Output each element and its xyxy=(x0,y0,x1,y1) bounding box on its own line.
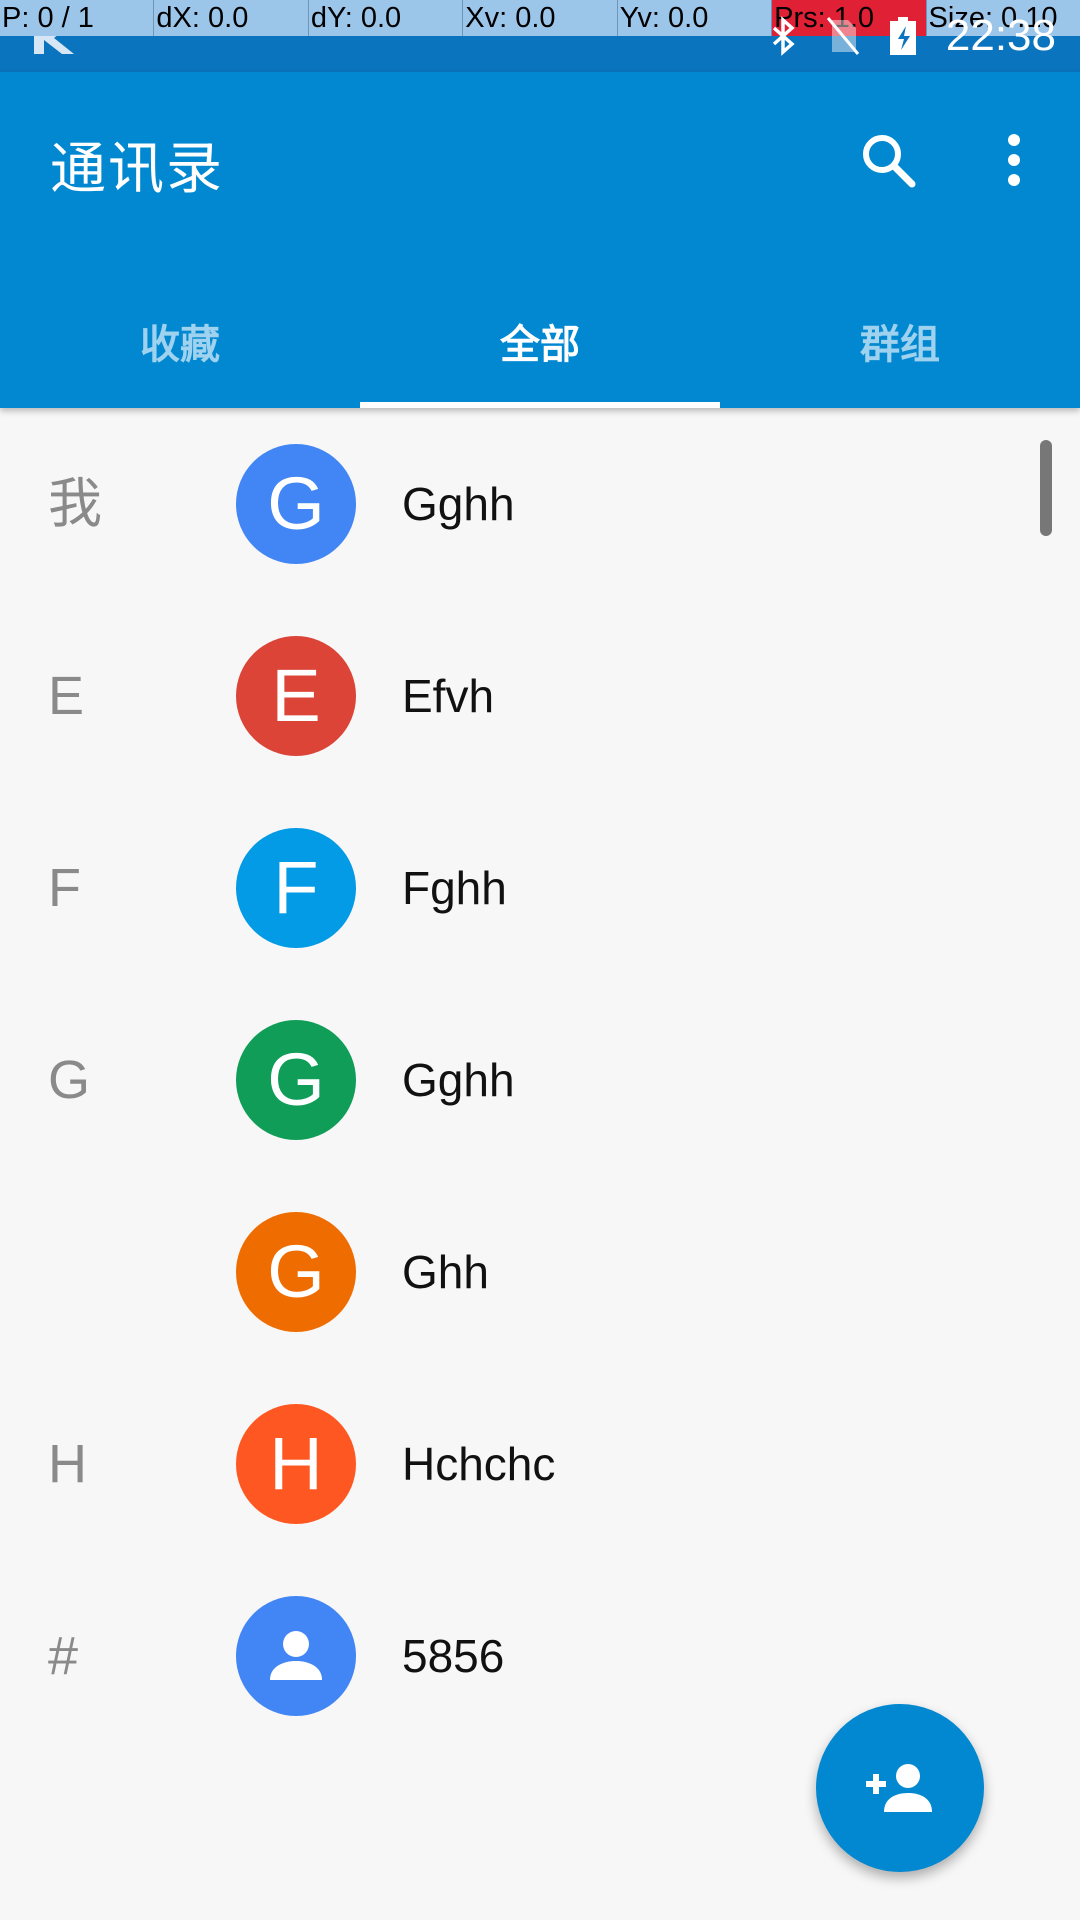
tab-all[interactable]: 全部 xyxy=(360,288,720,408)
app-bar: 通讯录 收藏 全部 群组 xyxy=(0,72,1080,408)
contact-name: Efvh xyxy=(402,670,495,722)
avatar: E xyxy=(236,636,356,756)
section-letter: F xyxy=(48,858,81,918)
status-time: 22:38 xyxy=(945,11,1056,60)
section-letter: # xyxy=(48,1626,79,1686)
tab-groups[interactable]: 群组 xyxy=(720,288,1080,408)
section-letter: E xyxy=(48,666,85,726)
contact-name: Gghh xyxy=(402,478,515,530)
person-icon xyxy=(270,1631,322,1680)
contact-row[interactable]: F F Fghh xyxy=(0,792,1080,984)
bluetooth-icon xyxy=(772,16,795,56)
more-vert-icon xyxy=(1008,134,1020,186)
contact-row[interactable]: 我 G Gghh xyxy=(0,408,1080,600)
more-options-button[interactable] xyxy=(974,120,1054,200)
search-button[interactable] xyxy=(848,120,928,200)
add-contact-button[interactable] xyxy=(816,1704,984,1872)
debug-yv: Yv: 0.0 xyxy=(616,0,771,36)
contact-row[interactable]: E E Efvh xyxy=(0,600,1080,792)
avatar: G xyxy=(236,1020,356,1140)
contact-name: Ghh xyxy=(402,1246,489,1298)
debug-dy: dY: 0.0 xyxy=(307,0,462,36)
avatar: H xyxy=(236,1404,356,1524)
section-letter: H xyxy=(48,1434,87,1494)
contact-row[interactable]: G G Gghh xyxy=(0,984,1080,1176)
page-title: 通讯录 xyxy=(50,137,224,202)
section-letter: 我 xyxy=(48,474,102,534)
debug-pointer: P: 0 / 1 xyxy=(2,2,94,34)
debug-xv: Xv: 0.0 xyxy=(462,0,616,36)
avatar: F xyxy=(236,828,356,948)
contact-row[interactable]: G Ghh xyxy=(0,1176,1080,1368)
contact-name: 5856 xyxy=(402,1630,505,1682)
scrollbar[interactable] xyxy=(1040,440,1052,536)
contact-name: Hchchc xyxy=(402,1438,556,1490)
avatar: G xyxy=(236,1212,356,1332)
avatar: G xyxy=(236,444,356,564)
avatar xyxy=(236,1596,356,1716)
contact-row[interactable]: H H Hchchc xyxy=(0,1368,1080,1560)
contact-name: Gghh xyxy=(402,1054,515,1106)
section-letter: G xyxy=(48,1050,91,1110)
no-sim-icon xyxy=(826,17,860,55)
debug-dx: dX: 0.0 xyxy=(153,0,307,36)
add-person-icon xyxy=(866,1764,932,1812)
search-icon xyxy=(863,135,916,188)
contact-name: Fghh xyxy=(402,862,507,914)
tab-bar: 收藏 全部 群组 xyxy=(0,288,1080,408)
battery-charging-icon xyxy=(889,17,916,55)
tab-favorites[interactable]: 收藏 xyxy=(0,288,360,408)
